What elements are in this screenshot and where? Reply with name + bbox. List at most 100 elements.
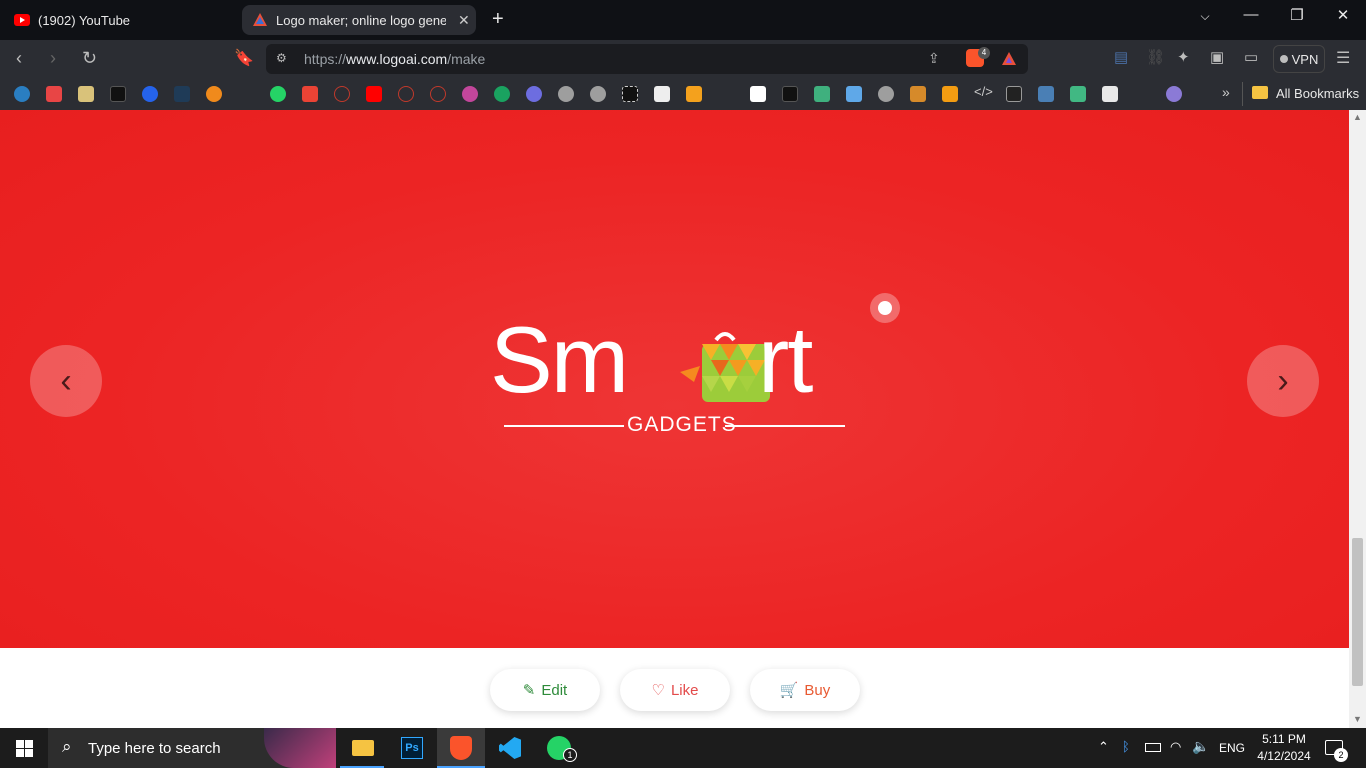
tab-close-icon[interactable]: ✕ (458, 12, 470, 29)
logo-text-right: rt (758, 307, 813, 412)
tab-title: Logo maker; online logo genera (276, 12, 446, 28)
clock-date[interactable]: 4/12/2024 (1252, 749, 1316, 763)
logo-text-left: Sm (490, 307, 629, 412)
heart-icon: ♡ (651, 682, 665, 699)
edit-button[interactable]: ✎ Edit (490, 669, 600, 711)
vue-bookmark-icon[interactable] (1070, 86, 1086, 102)
notifications-badge: 2 (1334, 748, 1348, 762)
reload-icon[interactable]: ↻ (82, 48, 97, 69)
wallet-icon[interactable]: ▭ (1244, 48, 1258, 66)
whatsapp-app[interactable]: 1 (537, 728, 581, 768)
clock-time[interactable]: 5:11 PM (1258, 732, 1310, 746)
globe-bookmark-icon[interactable] (558, 86, 574, 102)
taskbar-search-box[interactable]: ⌕ Type here to search (48, 728, 336, 768)
vpn-button[interactable]: VPN (1273, 45, 1325, 73)
link-extension-icon[interactable]: ⛓ (1146, 48, 1165, 66)
page-content: ‹ › Sm rt GADGETS ✎ Edit ♡ Like 🛒 Buy (0, 110, 1349, 728)
extensions-icon[interactable]: ✦ (1177, 48, 1190, 66)
next-logo-button[interactable]: › (1247, 345, 1319, 417)
wordpress-bookmark-icon[interactable] (14, 86, 30, 102)
all-bookmarks-link[interactable]: All Bookmarks (1276, 86, 1359, 101)
sidebar-icon[interactable]: ▣ (1210, 48, 1224, 66)
url-text[interactable]: https://www.logoai.com/make (304, 51, 485, 67)
wix-bookmark-icon[interactable] (654, 86, 670, 102)
tab-logoai[interactable]: Logo maker; online logo genera ✕ (242, 5, 476, 35)
cloud-bookmark-icon[interactable] (334, 86, 350, 102)
wifi-icon[interactable]: ◠ (1170, 739, 1181, 755)
s-bookmark-icon[interactable] (494, 86, 510, 102)
wallet-extension-icon[interactable]: ▤ (1114, 48, 1128, 66)
volume-icon[interactable]: 🔈 (1192, 738, 1209, 755)
new-tab-icon[interactable]: + (492, 8, 504, 31)
cloud-bookmark-icon[interactable] (430, 86, 446, 102)
close-window-icon[interactable]: ✕ (1320, 6, 1366, 24)
cursor-dot (878, 301, 892, 315)
cisco-bookmark-icon[interactable] (750, 86, 766, 102)
box-bookmark-icon[interactable] (910, 86, 926, 102)
show-hidden-icons-chevron-icon[interactable]: ⌃ (1098, 739, 1109, 755)
minimize-icon[interactable]: — (1228, 6, 1274, 23)
buy-button[interactable]: 🛒 Buy (750, 669, 860, 711)
eye-bookmark-icon[interactable] (526, 86, 542, 102)
download-bookmark-icon[interactable] (46, 86, 62, 102)
vpn-label: VPN (1291, 51, 1319, 67)
vscode-app[interactable] (488, 728, 532, 768)
gear-bookmark-icon[interactable] (206, 86, 222, 102)
share-icon[interactable]: ⇪ (928, 50, 940, 67)
whatsapp-bookmark-icon[interactable] (270, 86, 286, 102)
orb-bookmark-icon[interactable] (1166, 86, 1182, 102)
like-button[interactable]: ♡ Like (620, 669, 730, 711)
bluetooth-icon[interactable]: ᛒ (1122, 739, 1130, 754)
address-bar[interactable]: ⚙ https://www.logoai.com/make ⇪ 4 (266, 44, 1028, 74)
tagline-rule-right (725, 425, 845, 427)
brave-icon (450, 736, 472, 760)
bookmarks-divider (1242, 82, 1243, 106)
search-icon: ⌕ (62, 737, 72, 756)
logoai-favicon-icon (253, 13, 267, 26)
page-scrollbar[interactable]: ▲ ▼ (1349, 110, 1366, 728)
more-bookmarks-icon[interactable]: » (1222, 84, 1230, 100)
file-explorer-app[interactable] (340, 728, 384, 768)
scroll-down-icon[interactable]: ▼ (1353, 714, 1362, 724)
cs-bookmark-icon[interactable] (174, 86, 190, 102)
battery-icon[interactable] (1145, 743, 1161, 752)
scroll-up-icon[interactable]: ▲ (1353, 112, 1362, 122)
forward-icon[interactable]: › (50, 48, 56, 69)
language-indicator[interactable]: ENG (1219, 741, 1245, 755)
bookmark-icon[interactable] (78, 86, 94, 102)
smart-gadgets-logo: Sm rt GADGETS (490, 310, 860, 450)
globe-bookmark-icon[interactable] (878, 86, 894, 102)
globe-bookmark-icon[interactable] (590, 86, 606, 102)
cloud-bookmark-icon[interactable] (398, 86, 414, 102)
back-icon[interactable]: ‹ (16, 48, 22, 69)
qr-bookmark-icon[interactable] (622, 86, 638, 102)
brave-browser-app[interactable] (437, 728, 485, 768)
youtube-bookmark-icon[interactable] (366, 86, 382, 102)
previous-logo-button[interactable]: ‹ (30, 345, 102, 417)
bookmark-icon[interactable]: 🔖 (234, 48, 254, 68)
p-circle-bookmark-icon[interactable] (462, 86, 478, 102)
p-bookmark-icon[interactable] (782, 86, 798, 102)
shields-count-badge: 4 (978, 47, 990, 59)
p-bookmark-icon[interactable] (110, 86, 126, 102)
window-bookmark-icon[interactable] (846, 86, 862, 102)
search-bookmark-icon[interactable] (1006, 86, 1022, 102)
windows-start-icon[interactable] (16, 740, 33, 757)
brave-rewards-icon[interactable] (1000, 50, 1018, 68)
r-bookmark-icon[interactable] (686, 86, 702, 102)
tab-youtube[interactable]: (1902) YouTube (6, 5, 236, 35)
gmail-bookmark-icon[interactable] (302, 86, 318, 102)
menu-icon[interactable]: ☰ (1336, 48, 1350, 68)
code-bookmark-icon[interactable]: </> (974, 84, 993, 99)
scrollbar-thumb[interactable] (1352, 538, 1363, 686)
site-info-icon[interactable]: ⚙ (276, 51, 287, 65)
tab-search-chevron-icon[interactable]: ⌵ (1182, 9, 1228, 24)
c-bookmark-icon[interactable] (142, 86, 158, 102)
chart-bookmark-icon[interactable] (1038, 86, 1054, 102)
doc-bookmark-icon[interactable] (1102, 86, 1118, 102)
search-highlight-image (264, 728, 336, 768)
pencil-bookmark-icon[interactable] (942, 86, 958, 102)
triangle-bookmark-icon[interactable] (814, 86, 830, 102)
photoshop-app[interactable]: Ps (390, 728, 434, 768)
restore-icon[interactable]: ❐ (1274, 6, 1320, 24)
